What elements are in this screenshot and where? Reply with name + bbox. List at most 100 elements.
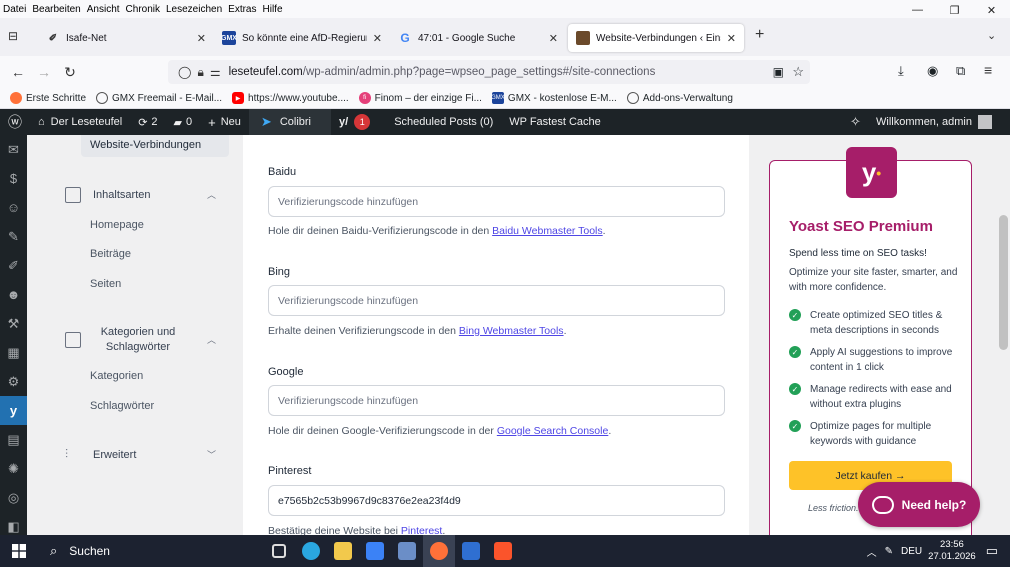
file-explorer-icon[interactable]	[327, 535, 359, 567]
wordpress-logo-icon[interactable]: ⓦ	[0, 109, 30, 135]
menu-lesezeichen[interactable]: Lesezeichen	[163, 4, 225, 15]
dollar-icon[interactable]: $	[0, 164, 27, 193]
google-verification-input[interactable]: Verifizierungscode hinzufügen	[268, 385, 725, 416]
nav-item-schlagwoerter[interactable]: Schlagwörter	[90, 400, 154, 412]
nav-group-inhaltsarten[interactable]: Inhaltsarten	[65, 187, 150, 203]
tab-close-icon[interactable]: ✕	[549, 32, 558, 45]
yoast-menu-icon[interactable]: y	[0, 396, 27, 425]
updates-link[interactable]: ⟳ 2	[130, 109, 165, 135]
yoast-menu-link[interactable]: y/1	[331, 109, 386, 135]
menu-ansicht[interactable]: Ansicht	[84, 4, 123, 15]
brush-icon[interactable]: ✐	[0, 251, 27, 280]
chevron-up-icon[interactable]: ︿	[867, 544, 877, 559]
scrollbar-thumb[interactable]	[999, 215, 1008, 350]
bookmark-gmx-mail[interactable]: GMX GMX - kostenlose E-M...	[491, 92, 617, 104]
nav-group-erweitert[interactable]: ⫶ Erweitert	[65, 447, 136, 462]
bookmark-gmx-freemail[interactable]: GMX Freemail - E-Mail...	[96, 92, 222, 104]
menu-datei[interactable]: Datei	[0, 4, 29, 15]
pinterest-verification-input[interactable]: e7565b2c53b9967d9c8376e2ea23f4d9	[268, 485, 725, 516]
firefox-taskbar-icon[interactable]	[423, 535, 455, 567]
nav-item-beitraege[interactable]: Beiträge	[90, 248, 131, 260]
baidu-webmaster-tools-link[interactable]: Baidu Webmaster Tools	[492, 225, 603, 237]
bing-webmaster-tools-link[interactable]: Bing Webmaster Tools	[459, 325, 564, 337]
nav-group-kategorien[interactable]: Kategorien und Schlagwörter	[65, 325, 183, 355]
extensions-icon[interactable]: ⧉	[956, 63, 965, 79]
user-greeting-link[interactable]: Willkommen, admin	[868, 109, 1000, 135]
tab-close-icon[interactable]: ✕	[373, 32, 382, 45]
bookmark-youtube[interactable]: ▶ https://www.youtube....	[232, 92, 349, 104]
media-player-icon[interactable]	[455, 535, 487, 567]
cache-icon[interactable]: ▤	[0, 425, 27, 454]
users-icon[interactable]: ☻	[0, 280, 27, 309]
url-bar[interactable]: ◯ 🔒︎ ⚌ leseteufel.com/wp-admin/admin.php…	[168, 60, 810, 84]
chevron-up-icon[interactable]: ︿	[207, 333, 216, 346]
editor-icon[interactable]	[391, 535, 423, 567]
baidu-verification-input[interactable]: Verifizierungscode hinzufügen	[268, 186, 725, 217]
need-help-button[interactable]: Need help?	[858, 482, 980, 527]
back-icon[interactable]: ←	[5, 59, 31, 85]
reader-view-icon[interactable]: ▣	[773, 65, 784, 79]
lock-icon[interactable]: 🔒︎	[197, 65, 203, 80]
taskbar-search[interactable]: ⌕ Suchen	[38, 535, 263, 567]
nav-item-kategorien[interactable]: Kategorien	[90, 370, 143, 382]
clock[interactable]: 23:56 27.01.2026	[928, 539, 976, 563]
menu-extras[interactable]: Extras	[225, 4, 259, 15]
brave-icon[interactable]	[487, 535, 519, 567]
tab-close-icon[interactable]: ✕	[197, 32, 206, 45]
task-view-icon[interactable]	[263, 535, 295, 567]
nav-item-homepage[interactable]: Homepage	[90, 219, 144, 231]
forward-icon[interactable]: →	[31, 59, 57, 85]
seo-icon[interactable]: ⚙	[0, 367, 27, 396]
shield-icon[interactable]: ◯	[178, 65, 191, 79]
tab-overflow-icon[interactable]: ⌄	[987, 29, 996, 42]
new-tab-icon[interactable]: +	[755, 26, 764, 44]
windows-start-icon[interactable]	[0, 544, 38, 558]
store-icon[interactable]	[359, 535, 391, 567]
site-name-link[interactable]: ⌂ Der Leseteufel	[30, 109, 130, 135]
settings-icon[interactable]: ▦	[0, 338, 27, 367]
google-search-console-link[interactable]: Google Search Console	[497, 425, 609, 437]
tab-isafe[interactable]: ✐ Isafe-Net ✕	[38, 24, 214, 52]
page-scrollbar[interactable]	[997, 135, 1010, 535]
tab-gmx-article[interactable]: GMX So könnte eine AfD-Regierung ✕	[214, 24, 390, 52]
bookmark-finom[interactable]: fi Finom – der einzige Fi...	[358, 92, 482, 104]
minimize-icon[interactable]: —	[899, 0, 936, 20]
downloads-icon[interactable]: ⤓	[898, 63, 904, 79]
tab-close-icon[interactable]: ✕	[727, 32, 736, 45]
nav-item-website-verbindungen[interactable]: Website-Verbindungen	[81, 135, 229, 157]
edge-icon[interactable]	[295, 535, 327, 567]
circle-icon[interactable]: ◎	[0, 483, 27, 512]
ai-sparkle-icon[interactable]: ✧	[850, 114, 861, 130]
language-indicator[interactable]: DEU	[901, 546, 922, 557]
permissions-icon[interactable]: ⚌	[210, 65, 221, 79]
tab-google-search[interactable]: G 47:01 - Google Suche ✕	[390, 24, 566, 52]
pen-icon[interactable]: ✎	[885, 546, 893, 557]
pin-icon[interactable]: ✎	[0, 222, 27, 251]
menu-hilfe[interactable]: Hilfe	[260, 4, 286, 15]
menu-chronik[interactable]: Chronik	[123, 4, 163, 15]
reload-icon[interactable]: ↻	[57, 59, 83, 85]
bing-verification-input[interactable]: Verifizierungscode hinzufügen	[268, 285, 725, 316]
close-icon[interactable]: ✕	[973, 0, 1010, 20]
notifications-icon[interactable]: ▭	[986, 543, 998, 559]
mail-icon[interactable]: ✉	[0, 135, 27, 164]
accessibility-icon[interactable]: ☺	[0, 193, 27, 222]
pinterest-link[interactable]: Pinterest	[401, 525, 442, 535]
account-icon[interactable]: ◉	[927, 63, 938, 79]
app-menu-icon[interactable]: ≡	[984, 62, 992, 78]
fastest-cache-link[interactable]: WP Fastest Cache	[501, 109, 609, 135]
bookmark-erste-schritte[interactable]: Erste Schritte	[10, 92, 86, 104]
nav-item-seiten[interactable]: Seiten	[90, 278, 121, 290]
bookmark-star-icon[interactable]: ☆	[792, 64, 804, 80]
tab-website-connections[interactable]: Website-Verbindungen ‹ Einstel ✕	[568, 24, 744, 52]
scheduled-posts-link[interactable]: Scheduled Posts (0)	[386, 109, 501, 135]
comments-link[interactable]: ▰ 0	[166, 109, 201, 135]
bookmark-addons[interactable]: Add-ons-Verwaltung	[626, 92, 733, 104]
gear-icon[interactable]: ✺	[0, 454, 27, 483]
chevron-down-icon[interactable]: ﹀	[207, 448, 216, 461]
tab-list-icon[interactable]: ⊟	[8, 29, 18, 43]
colibri-link[interactable]: ➤ Colibri	[248, 109, 332, 135]
maximize-icon[interactable]: ❐	[936, 0, 973, 20]
new-content-link[interactable]: + Neu	[200, 109, 249, 135]
chevron-up-icon[interactable]: ︿	[207, 188, 216, 201]
